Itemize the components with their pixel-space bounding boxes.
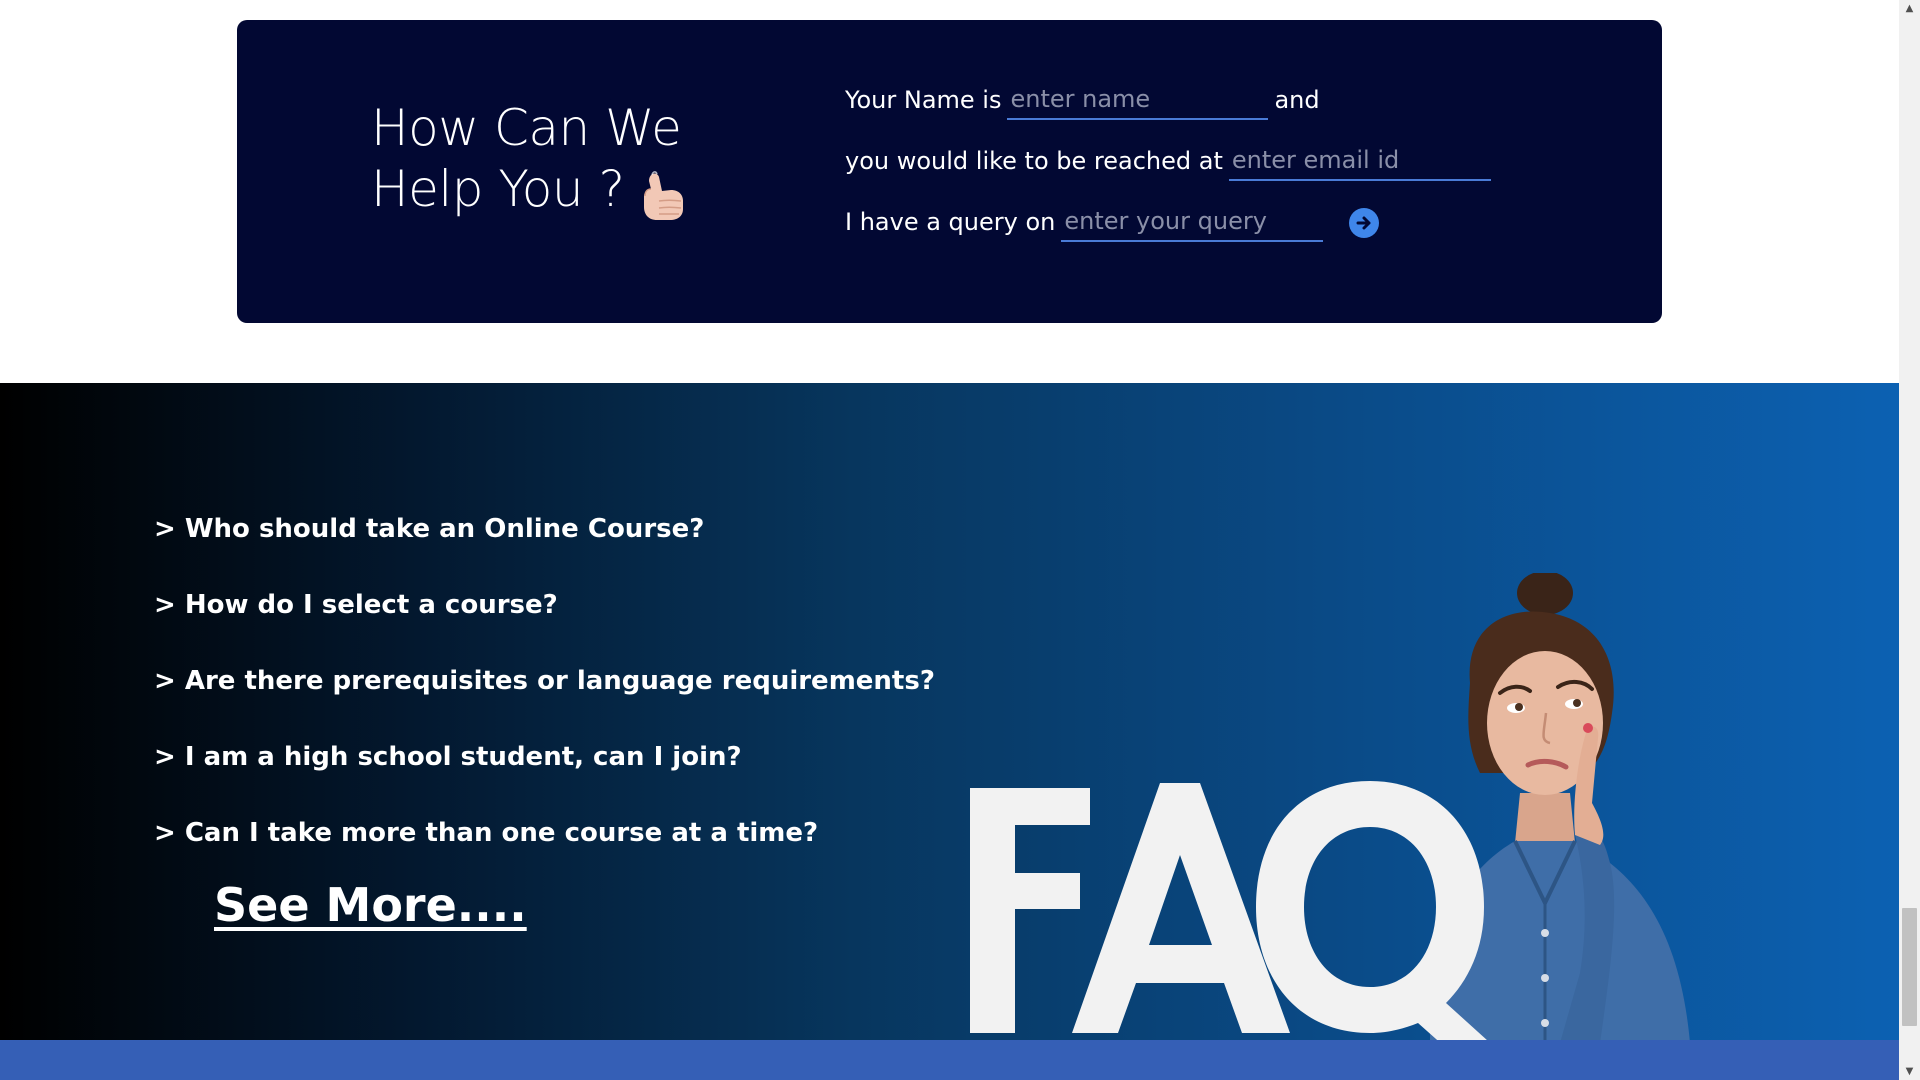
footer-bar <box>0 1040 1899 1080</box>
contact-heading-line2-wrap: Help You ? <box>371 159 791 221</box>
faq-item-prerequisites[interactable]: > Are there prerequisites or language re… <box>154 663 935 739</box>
faq-item-select-course[interactable]: > How do I select a course? <box>154 587 935 663</box>
faq-list: > Who should take an Online Course? > Ho… <box>154 511 935 891</box>
contact-form: Your Name is and you would like to be re… <box>845 80 1605 263</box>
scrollbar[interactable]: ▲ ▼ <box>1899 0 1920 1080</box>
email-prefix: you would like to be reached at <box>845 147 1223 175</box>
faq-graphic-letters <box>970 781 1487 1040</box>
contact-heading-line1: How Can We <box>371 99 682 157</box>
email-input[interactable] <box>1228 141 1491 181</box>
name-input[interactable] <box>1007 80 1269 120</box>
scrollbar-thumb[interactable] <box>1902 908 1917 1026</box>
contact-card: How Can We Help You ? Your Name is and y… <box>237 20 1662 323</box>
query-row: I have a query on <box>845 202 1605 263</box>
query-prefix: I have a query on <box>845 208 1056 236</box>
page: How Can We Help You ? Your Name is and y… <box>0 0 1920 1080</box>
scroll-down-arrow-icon[interactable]: ▼ <box>1899 1063 1920 1080</box>
submit-button[interactable] <box>1349 208 1380 238</box>
faq-item-online-course[interactable]: > Who should take an Online Course? <box>154 511 935 587</box>
name-suffix: and <box>1274 86 1320 114</box>
email-row: you would like to be reached at <box>845 141 1605 202</box>
arrow-right-icon <box>1356 216 1371 230</box>
faq-illustration <box>970 573 1690 1040</box>
faq-section: > Who should take an Online Course? > Ho… <box>0 383 1899 1040</box>
name-prefix: Your Name is <box>845 86 1002 114</box>
scroll-up-arrow-icon[interactable]: ▲ <box>1899 0 1920 17</box>
query-input[interactable] <box>1061 202 1324 242</box>
call-me-hand-icon <box>643 170 683 220</box>
contact-heading: How Can We Help You ? <box>371 98 791 221</box>
see-more-link[interactable]: See More.... <box>214 878 527 932</box>
contact-heading-line2: Help You ? <box>371 160 625 218</box>
faq-item-high-school[interactable]: > I am a high school student, can I join… <box>154 739 935 815</box>
name-row: Your Name is and <box>845 80 1605 141</box>
